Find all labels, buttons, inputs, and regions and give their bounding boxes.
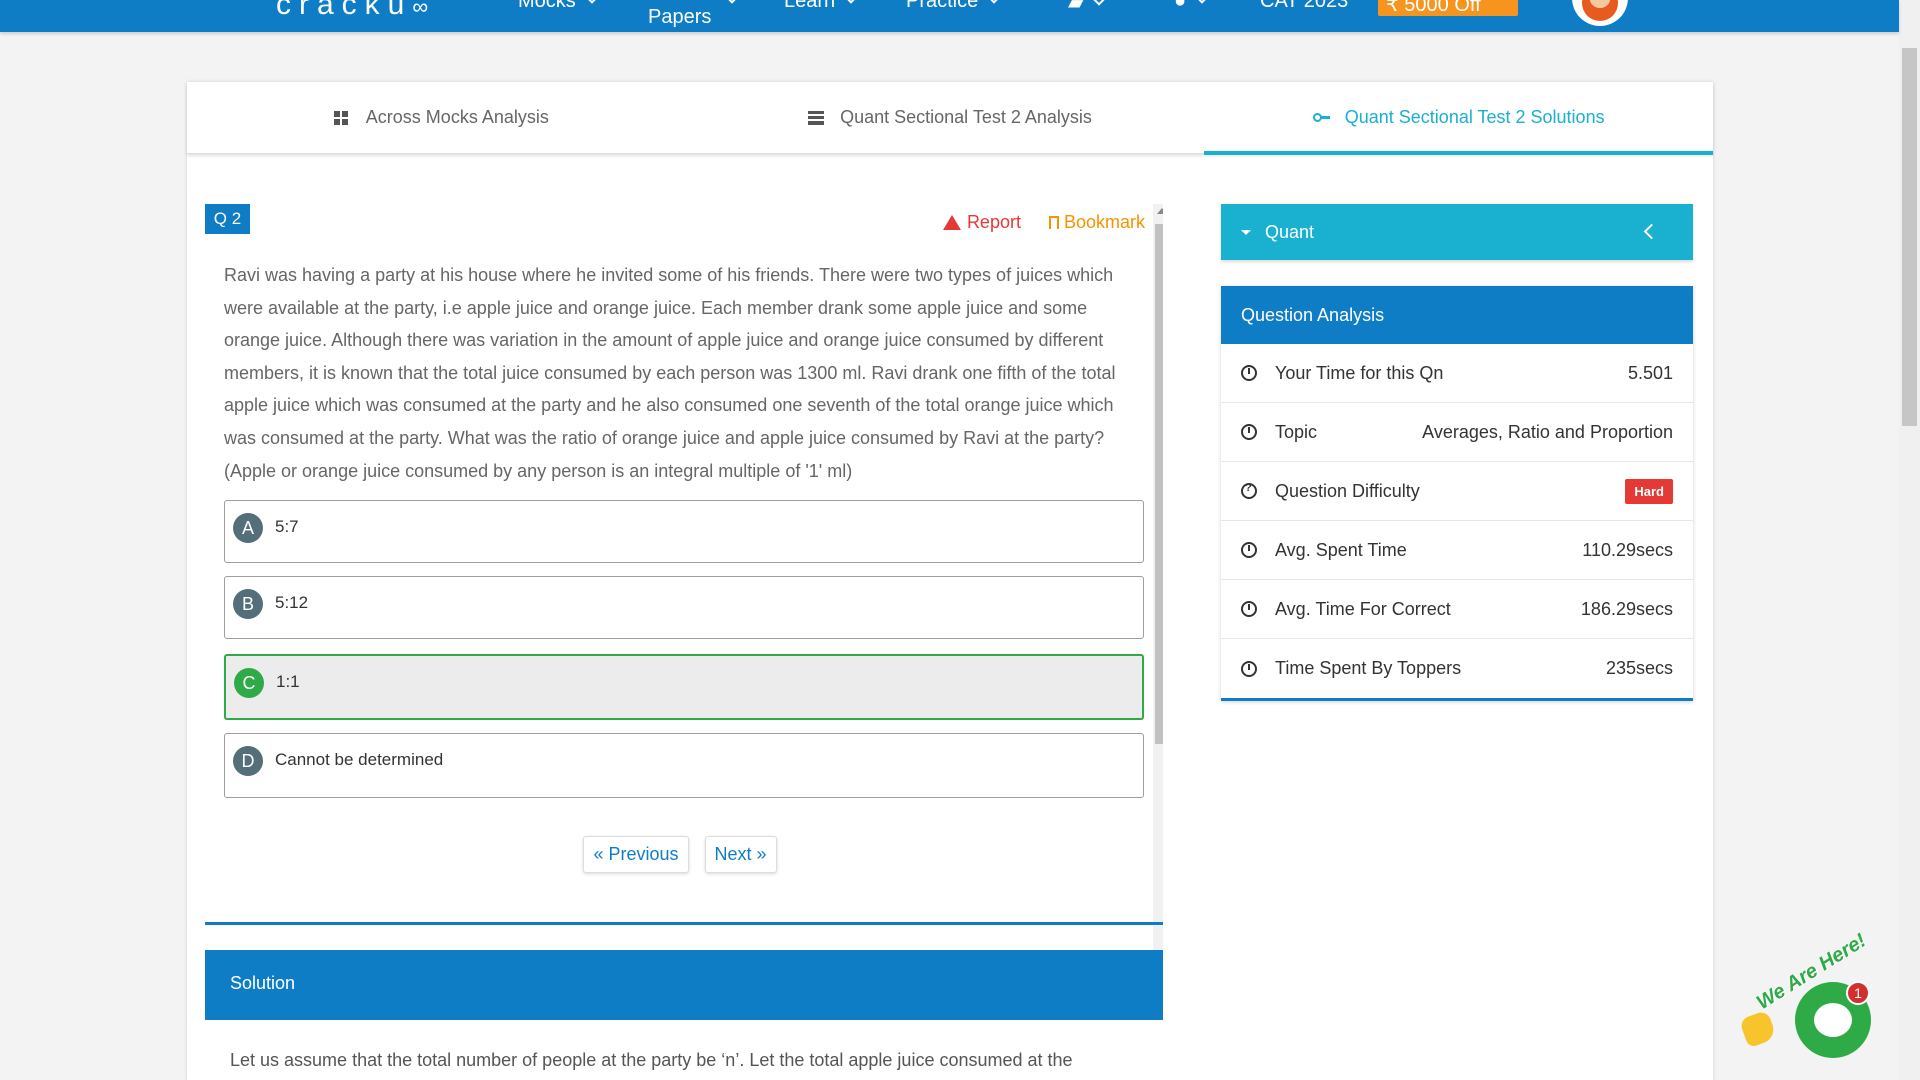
row-label: Topic <box>1275 421 1318 442</box>
bookmark-button[interactable]: Bookmark <box>1048 212 1145 233</box>
avatar-image <box>1582 0 1618 21</box>
cracku-logo[interactable]: cracku∞ <box>276 0 428 22</box>
row-value: 5.501 <box>1627 362 1673 383</box>
question-analysis-card: Question Analysis Your Time for this Qn … <box>1221 286 1693 701</box>
nav-courses-icon[interactable]: ▰ <box>1068 0 1106 15</box>
nav-practice[interactable]: Practice <box>906 0 1000 13</box>
caret-down-icon <box>1241 229 1251 235</box>
option-text: Cannot be determined <box>275 750 444 769</box>
solution-header: Solution <box>205 950 1163 1020</box>
bookmark-icon <box>1048 216 1059 233</box>
nav-papers[interactable]: Papers <box>648 6 711 29</box>
option-text: 5:7 <box>275 517 299 536</box>
chat-widget[interactable]: We Are Here! 1 <box>1738 930 1873 1060</box>
row-value: 186.29secs <box>1580 598 1673 619</box>
waving-hand-icon <box>1738 1009 1778 1049</box>
difficulty-badge: Hard <box>1625 478 1673 504</box>
row-label: Avg. Spent Time <box>1275 539 1407 560</box>
warning-icon <box>942 215 961 230</box>
row-avg-time-correct: Avg. Time For Correct 186.29secs <box>1221 580 1693 639</box>
row-topic: Topic Averages, Ratio and Proportion <box>1221 403 1693 462</box>
top-navbar: cracku∞ Mocks Papers Learn Practice ▰ ● … <box>0 0 1899 32</box>
option-d[interactable]: D Cannot be determined <box>224 733 1144 798</box>
chat-notification-badge: 1 <box>1846 981 1870 1005</box>
alarm-icon <box>1241 660 1257 677</box>
nav-papers-chevron[interactable] <box>716 0 738 13</box>
chevron-left-icon[interactable] <box>1643 223 1660 240</box>
section-selector-quant[interactable]: Quant <box>1221 204 1693 260</box>
question-actions: Report Bookmark <box>942 212 1145 233</box>
option-letter: D <box>233 746 263 776</box>
question-divider <box>205 922 1163 925</box>
row-avg-spent-time: Avg. Spent Time 110.29secs <box>1221 521 1693 580</box>
offer-button[interactable]: ₹ 5000 Off <box>1378 0 1518 16</box>
question-pager: « Previous Next » <box>205 836 1155 873</box>
question-scrollbar-thumb[interactable] <box>1155 224 1163 744</box>
row-value: Averages, Ratio and Proportion <box>1422 421 1673 442</box>
stopwatch-icon <box>1241 424 1257 440</box>
scroll-up-arrow[interactable] <box>1157 208 1163 214</box>
option-text: 5:12 <box>275 593 309 612</box>
question-analysis-title: Question Analysis <box>1221 286 1693 344</box>
option-b[interactable]: B 5:12 <box>224 576 1144 639</box>
option-letter: C <box>234 668 264 698</box>
nav-cat-2023[interactable]: CAT 2023 <box>1260 0 1348 13</box>
tab-label: Quant Sectional Test 2 Solutions <box>1344 107 1605 127</box>
row-your-time: Your Time for this Qn 5.501 <box>1221 344 1693 403</box>
row-label: Time Spent By Toppers <box>1275 658 1462 678</box>
row-value: 110.29secs <box>1582 539 1673 560</box>
section-label: Quant <box>1265 221 1315 242</box>
report-button[interactable]: Report <box>942 212 1021 233</box>
option-a[interactable]: A 5:7 <box>224 500 1144 563</box>
row-label: Avg. Time For Correct <box>1275 598 1451 619</box>
row-value: 235secs <box>1605 658 1673 678</box>
stopwatch-icon <box>1241 365 1257 381</box>
tab-sectional-solutions[interactable]: Quant Sectional Test 2 Solutions <box>1204 82 1713 155</box>
row-label: Your Time for this Qn <box>1275 362 1444 383</box>
question-panel: Q 2 Report Bookmark Ravi was having a pa… <box>205 82 1163 960</box>
row-toppers-time: Time Spent By Toppers 235secs <box>1221 639 1693 698</box>
solution-text: Let us assume that the total number of p… <box>230 1050 1073 1070</box>
row-difficulty: Question Difficulty Hard <box>1221 462 1693 521</box>
page-scrollbar[interactable] <box>1899 0 1920 1080</box>
question-circle-icon <box>1241 482 1257 499</box>
option-letter: B <box>233 589 263 619</box>
nav-forum-icon[interactable]: ● <box>1174 0 1208 13</box>
chat-icon <box>1814 1003 1852 1037</box>
alarm-icon <box>1241 601 1257 617</box>
option-text: 1:1 <box>276 672 300 691</box>
row-label: Question Difficulty <box>1275 480 1420 501</box>
clock-icon <box>1241 542 1257 558</box>
next-button[interactable]: Next » <box>704 836 777 873</box>
option-letter: A <box>233 513 263 543</box>
question-text: Ravi was having a party at his house whe… <box>224 265 1116 481</box>
user-avatar[interactable] <box>1572 0 1628 26</box>
nav-mocks[interactable]: Mocks <box>518 0 598 13</box>
question-number-badge: Q 2 <box>205 204 250 234</box>
key-icon <box>1312 111 1330 125</box>
sidebar: Quant Question Analysis Your Time for th… <box>1221 204 1693 701</box>
option-c-correct[interactable]: C 1:1 <box>224 654 1144 720</box>
nav-learn[interactable]: Learn <box>784 0 857 13</box>
previous-button[interactable]: « Previous <box>583 836 689 873</box>
page-scrollbar-thumb[interactable] <box>1902 48 1917 426</box>
